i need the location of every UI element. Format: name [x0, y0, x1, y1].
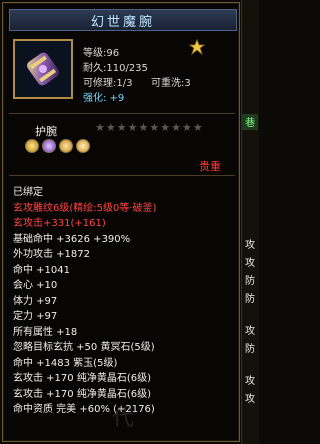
star-icon: ★ — [171, 121, 181, 134]
attribute-line: 体力 +97 — [13, 295, 58, 307]
socket-yellow-crystal-icon — [59, 139, 73, 153]
side-panel-label: 防 — [245, 344, 255, 355]
socket-yellow-gem-icon — [25, 139, 39, 153]
star-icon: ★ — [192, 121, 203, 134]
repairable-stat: 可修理:1/3 — [83, 78, 133, 89]
star-icon: ★ — [138, 121, 149, 134]
tradable-gem-icon — [189, 39, 205, 55]
attribute-line: 忽略目标玄抗 +50 黄冥石(5级) — [13, 342, 155, 353]
valuable-badge: 贵重 — [199, 160, 221, 173]
attribute-line: 定力 +97 — [13, 311, 58, 322]
attribute-line: 玄攻击+331(+161) — [13, 218, 106, 229]
attribute-line: 已绑定 — [13, 187, 43, 198]
durability-stat: 耐久:110/235 — [83, 63, 148, 74]
bracelet-icon — [27, 52, 59, 86]
socket-yellow-crystal-icon — [76, 139, 90, 153]
attribute-line: 外功攻击 +1872 — [13, 249, 91, 260]
attribute-line: 命中 +1041 — [13, 264, 71, 276]
rewashable-stat: 可重洗:3 — [151, 78, 191, 89]
item-title: 幻世魔腕 — [90, 14, 155, 30]
attribute-line: 命中 +1483 紫玉(5级) — [13, 357, 118, 369]
attribute-line: 所有属性 +18 — [13, 326, 78, 338]
star-icon: ★ — [160, 121, 171, 134]
attribute-line: 会心 +10 — [13, 280, 58, 291]
star-icon: ★ — [105, 121, 116, 134]
gem-sockets — [25, 139, 90, 153]
item-tooltip: 幻世魔腕 等级:96 耐久:110/235 可修理:1/3 可重洗:3 强化: … — [2, 2, 240, 442]
side-panel-label: 攻 — [245, 240, 255, 251]
star-icon: ★ — [95, 121, 105, 134]
watermark: 代 — [112, 406, 137, 431]
level-stat: 等级:96 — [83, 48, 120, 59]
attribute-list: 已绑定玄攻雕纹6级(精绘:5级0等·破釜) 玄攻击+331(+161) 基础命中 +… — [13, 185, 156, 418]
side-panel-label: 攻 — [245, 394, 255, 405]
side-panel-label: 防 — [245, 294, 255, 305]
strengthen-stat: 强化: +9 — [83, 93, 125, 104]
equip-slot-label: 护腕 — [35, 125, 57, 138]
title-bar: 幻世魔腕 — [9, 9, 237, 31]
side-panel-tab[interactable]: 巷 — [242, 114, 258, 130]
star-icon: ★ — [149, 121, 160, 134]
star-rating: ★ ★ ★ ★ ★ ★ ★ ★ ★ ★ — [95, 122, 203, 133]
side-panel: 攻攻防防攻防攻攻 — [241, 0, 259, 444]
attribute-line: 玄攻雕纹6级(精绘:5级0等·破釜) — [13, 202, 157, 214]
item-icon-frame[interactable] — [13, 39, 73, 99]
attribute-line: 基础命中 +3626 +390% — [13, 233, 131, 245]
side-panel-label: 攻 — [245, 326, 255, 337]
divider — [9, 175, 235, 176]
side-panel-label: 攻 — [245, 258, 255, 269]
side-panel-label: 防 — [245, 276, 255, 287]
side-panel-label: 攻 — [245, 376, 255, 387]
star-icon: ★ — [116, 121, 127, 134]
socket-purple-gem-icon — [42, 139, 56, 153]
star-icon: ★ — [127, 121, 138, 134]
divider — [9, 113, 235, 114]
star-icon: ★ — [182, 121, 192, 134]
attribute-line: 玄攻击 +170 纯净黄晶石(6级) — [13, 373, 151, 384]
